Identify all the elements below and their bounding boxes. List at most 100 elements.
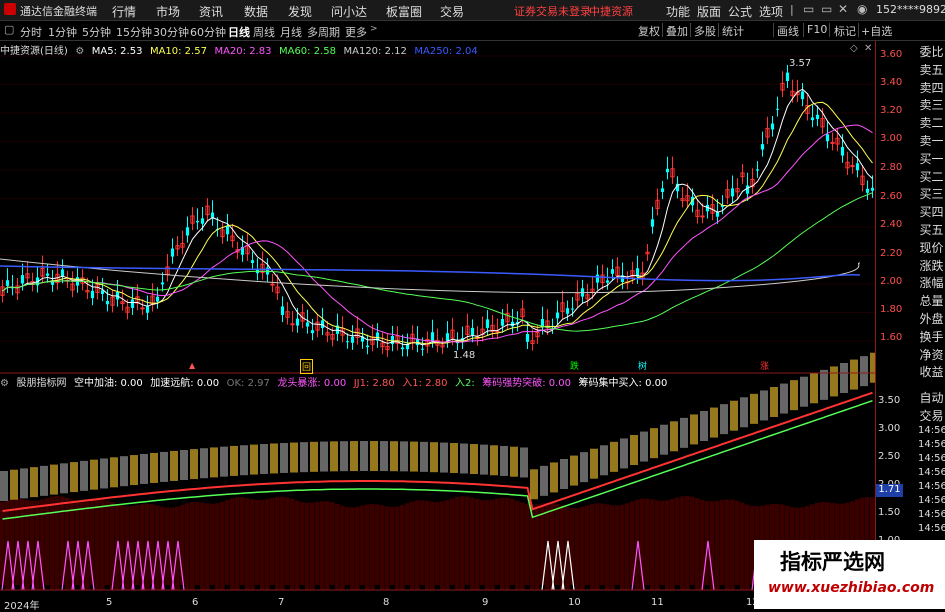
sub-bar [445,500,450,590]
sub-time-label: 14:56 [918,495,945,506]
side-item-6[interactable]: 买一 [918,150,945,167]
sub-bar [205,503,210,590]
toolbar-options[interactable]: 选项 [759,3,783,20]
period-daily[interactable]: 日线 [228,24,250,40]
menu-item-ask[interactable]: 问小达 [331,3,367,20]
side-item-17[interactable]: 净资 [918,346,945,363]
menu-item-circle[interactable]: 板富圈 [386,3,422,20]
side-item-14[interactable]: 总量 [918,292,945,309]
side-item-16[interactable]: 换手 [918,328,945,345]
period-more[interactable]: 更多 [345,24,367,40]
event-marker-fall[interactable]: 跌 [569,359,580,372]
restore-icon[interactable]: ▭ [821,2,832,16]
period-5min[interactable]: 5分钟 [82,24,111,40]
toolbar-layout[interactable]: 版面 [697,3,721,20]
close-icon[interactable]: ✕ [838,2,848,16]
period-15min[interactable]: 15分钟 [116,24,152,40]
period-menu-icon[interactable]: ▢ [4,23,14,36]
event-marker-back[interactable]: 回 [300,359,314,374]
sub-bar [435,502,440,585]
side-item-4[interactable]: 卖二 [918,114,945,131]
menu-item-data[interactable]: 数据 [244,3,268,20]
btn-stats[interactable]: 统计 [722,23,752,39]
sub-block [670,421,678,452]
date-label-year: 2024年 [4,601,40,612]
candle-body [470,327,475,336]
side-item-11[interactable]: 现价 [918,239,945,256]
side-item-7[interactable]: 买二 [918,168,945,185]
side-item-5[interactable]: 卖一 [918,132,945,149]
event-marker-up-arrow-icon[interactable]: ▲ [188,361,196,370]
side-item-12[interactable]: 涨跌 [918,257,945,274]
sub-bar [470,497,475,590]
period-weekly[interactable]: 周线 [253,24,275,40]
chart-area[interactable] [0,41,875,609]
sub-y-tick: 1.50 [878,507,901,518]
sub-block [460,443,468,474]
sub-bar [415,500,420,590]
candle-body [785,72,790,82]
sub-settings-icon[interactable]: ⚙ [0,378,9,389]
event-marker-rise[interactable]: 涨 [759,359,770,372]
side-item-9[interactable]: 买四 [918,203,945,220]
btn-overlay[interactable]: 叠加 [666,23,688,39]
user-icon[interactable]: ◉ [857,2,867,16]
period-tick[interactable]: 分时 [20,24,42,40]
event-marker-tree[interactable]: 树 [637,359,648,372]
menu-item-trade[interactable]: 交易 [440,3,464,20]
sub-bar [425,500,430,590]
close-chart-icon[interactable]: ✕ [864,43,872,54]
menu-item-quotes[interactable]: 行情 [112,3,136,20]
side-item-13[interactable]: 涨幅 [918,274,945,291]
toolbar-function[interactable]: 功能 [666,3,690,20]
ma10-label: MA10: 2.57 [149,46,207,57]
side-item-18[interactable]: 收益 [918,363,945,380]
period-30min[interactable]: 30分钟 [153,24,189,40]
sub-block [660,424,668,455]
side-item-1[interactable]: 卖五 [918,61,945,78]
btn-add-watchlist[interactable]: +自选 [861,23,892,39]
minimize-icon[interactable]: ▭ [803,2,814,16]
side-item-20[interactable]: 交易 [918,407,945,424]
sub-bar [490,499,495,590]
btn-f10[interactable]: F10 [807,23,827,36]
diamond-icon[interactable]: ◇ [850,43,858,54]
btn-draw[interactable]: 画线 [777,23,799,39]
candle-body [855,163,860,171]
sub-block [730,400,738,431]
candle-body [525,333,530,342]
menu-item-news[interactable]: 资讯 [199,3,223,20]
menu-item-discover[interactable]: 发现 [288,3,312,20]
btn-mark[interactable]: 标记 [834,23,856,39]
sub-block [840,363,848,393]
stock-source: 中捷资源 [589,5,633,18]
sub-bar [340,505,345,590]
sub-bar [320,501,325,590]
side-item-8[interactable]: 买三 [918,185,945,202]
sub-bar [590,504,595,590]
menu-item-market[interactable]: 市场 [156,3,180,20]
side-item-0[interactable]: 委比 [918,43,945,60]
side-item-10[interactable]: 买五 [918,221,945,238]
toolbar-formula[interactable]: 公式 [728,3,752,20]
side-item-19[interactable]: 自动 [918,389,945,406]
current-value-badge: 1.71 [876,484,903,497]
side-item-2[interactable]: 卖四 [918,79,945,96]
period-1min[interactable]: 1分钟 [48,24,77,40]
sub-bar [200,502,205,590]
period-monthly[interactable]: 月线 [280,24,302,40]
login-notice[interactable]: 证券交易未登录 [514,3,591,19]
sub-block [250,444,258,475]
period-60min[interactable]: 60分钟 [190,24,226,40]
side-item-15[interactable]: 外盘 [918,310,945,327]
period-multi[interactable]: 多周期 [307,24,340,40]
chart-settings-icon[interactable]: ⚙ [75,46,84,57]
sub-time-label: 14:56 [918,425,945,436]
sub-item-0: 空中加油: 0.00 [73,378,143,389]
btn-multi-stock[interactable]: 多股 [694,23,716,39]
btn-adjust[interactable]: 复权 [638,23,660,39]
sub-bar [485,500,490,590]
user-phone[interactable]: 152****9892 [876,3,945,16]
chevron-right-icon[interactable]: > [370,24,378,34]
side-item-3[interactable]: 卖三 [918,96,945,113]
